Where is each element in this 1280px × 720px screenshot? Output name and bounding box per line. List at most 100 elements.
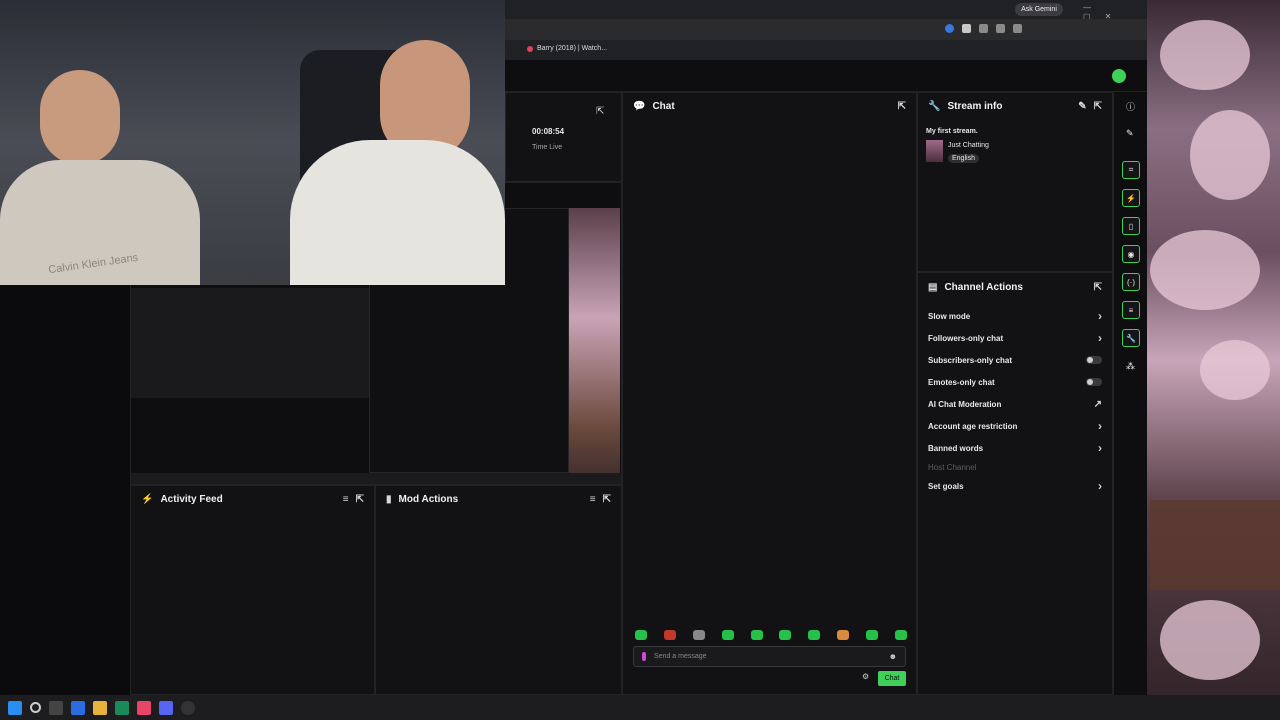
chat-send-button[interactable]: Chat xyxy=(878,671,906,686)
extension-icon[interactable] xyxy=(979,24,988,33)
bookmarks-bar: Barry (2018) | Watch... xyxy=(505,40,1147,60)
emote-icon[interactable] xyxy=(692,630,705,640)
popout-icon[interactable]: ⇱ xyxy=(898,101,906,112)
extension-icon[interactable] xyxy=(945,24,954,33)
lightning-icon[interactable]: ⚡ xyxy=(1122,189,1140,207)
chevron-right-icon: › xyxy=(1098,441,1102,455)
emote-icon[interactable] xyxy=(894,630,907,640)
emote-icon[interactable] xyxy=(635,630,647,640)
popout-icon[interactable]: ⇱ xyxy=(1094,101,1102,112)
emote-icon[interactable] xyxy=(866,630,878,640)
document-icon[interactable]: ▯ xyxy=(1122,217,1140,235)
emote-icon[interactable] xyxy=(721,630,734,640)
emote-icon[interactable] xyxy=(663,630,676,640)
browser-icon[interactable] xyxy=(115,700,129,715)
list-icon[interactable]: ≡ xyxy=(1122,301,1140,319)
avatar[interactable] xyxy=(1112,69,1126,83)
info-icon[interactable]: ⓘ xyxy=(1126,100,1135,113)
channel-actions-panel: ▤ Channel Actions ⇱ Slow mode › Followers… xyxy=(917,272,1113,695)
mod-actions-title: Mod Actions xyxy=(398,493,459,505)
time-live-value: 00:08:54 xyxy=(532,127,565,136)
preview-wallpaper xyxy=(568,208,620,483)
popout-icon[interactable]: ⇱ xyxy=(603,494,611,505)
chat-header: 💬 Chat ⇱ xyxy=(623,93,916,119)
settings-gear-icon[interactable]: ⚙ xyxy=(862,672,869,681)
action-ai-moderation[interactable]: AI Chat Moderation ↗ xyxy=(918,393,1112,415)
time-live-label: Time Live xyxy=(532,144,563,151)
stream-category: Just Chatting xyxy=(948,142,989,149)
emoji-icon[interactable]: ☻ xyxy=(889,652,897,661)
discord-icon[interactable] xyxy=(159,700,173,715)
person-left-head xyxy=(40,70,120,165)
nested-preview xyxy=(131,288,369,398)
app-icon[interactable] xyxy=(71,700,85,715)
action-emotes-only[interactable]: Emotes-only chat xyxy=(918,371,1112,393)
music-icon[interactable] xyxy=(137,700,151,715)
extension-icons xyxy=(945,24,1022,33)
emote-icon[interactable] xyxy=(808,630,821,640)
action-account-age[interactable]: Account age restriction › xyxy=(918,415,1112,437)
task-view-icon[interactable] xyxy=(49,700,63,715)
stream-info-header: 🔧 Stream info ✎ ⇱ xyxy=(918,93,1112,119)
quick-actions-rail: ⓘ ✎ ⌗ ⚡ ▯ ◉ (·) ≡ 🔧 ⁂ xyxy=(1113,92,1147,695)
chevron-right-icon: › xyxy=(1098,309,1102,323)
activity-feed-title: Activity Feed xyxy=(160,493,223,505)
popout-icon[interactable]: ⇱ xyxy=(596,101,604,119)
extension-icon[interactable] xyxy=(996,24,1005,33)
action-banned-words[interactable]: Banned words › xyxy=(918,437,1112,459)
broadcast-icon[interactable]: (·) xyxy=(1122,273,1140,291)
action-host-channel: Host Channel xyxy=(928,462,977,472)
emotes-only-toggle[interactable] xyxy=(1086,378,1102,386)
edit-pencil-icon[interactable]: ✎ xyxy=(1078,101,1086,112)
popout-icon[interactable]: ⇱ xyxy=(356,494,364,505)
action-slow-mode[interactable]: Slow mode › xyxy=(918,305,1112,327)
external-link-icon: ↗ xyxy=(1093,398,1102,410)
wrench-icon[interactable]: 🔧 xyxy=(1122,329,1140,347)
mod-actions-panel: ▮ Mod Actions ≡ ⇱ xyxy=(375,485,622,695)
mic-icon[interactable] xyxy=(642,652,646,661)
ask-gemini-button[interactable]: Ask Gemini xyxy=(1015,3,1063,16)
stream-stats-panel: ⇱ 00:08:54 Time Live xyxy=(505,92,622,182)
action-subscribers-only[interactable]: Subscribers-only chat xyxy=(918,349,1112,371)
chevron-right-icon: › xyxy=(1098,419,1102,433)
clip-icon[interactable]: ⌗ xyxy=(1122,161,1140,179)
shirt-logo-text: Calvin Klein Jeans xyxy=(47,251,139,277)
windows-start-icon[interactable] xyxy=(8,700,22,715)
address-bar[interactable] xyxy=(505,19,1147,42)
chevron-right-icon: › xyxy=(1098,331,1102,345)
action-followers-only[interactable]: Followers-only chat › xyxy=(918,327,1112,349)
channel-actions-list: Slow mode › Followers-only chat › Subscrib… xyxy=(918,305,1112,497)
document-icon: ▮ xyxy=(386,493,392,505)
bookmark-item[interactable]: Barry (2018) | Watch... xyxy=(527,45,607,52)
person-right-shirt xyxy=(290,140,505,285)
popout-icon[interactable]: ⇱ xyxy=(1094,282,1102,293)
channel-actions-header: ▤ Channel Actions ⇱ xyxy=(918,273,1112,301)
language-tag[interactable]: English xyxy=(948,154,979,163)
mod-actions-header: ▮ Mod Actions ≡ ⇱ xyxy=(376,486,621,512)
add-widget-icon[interactable]: ⁂ xyxy=(1126,361,1135,372)
filter-icon[interactable]: ≡ xyxy=(343,494,349,505)
shield-icon[interactable] xyxy=(962,24,971,33)
chat-bubble-icon[interactable]: ◉ xyxy=(1122,245,1140,263)
chevron-right-icon: › xyxy=(1098,479,1102,493)
subscribers-only-toggle[interactable] xyxy=(1086,356,1102,364)
edit-pencil-icon[interactable]: ✎ xyxy=(1126,128,1134,139)
search-icon[interactable] xyxy=(30,702,41,713)
action-set-goals[interactable]: Set goals › xyxy=(918,475,1112,497)
emote-icon[interactable] xyxy=(837,630,850,640)
chat-title: Chat xyxy=(652,100,675,112)
bookmark-favicon-icon xyxy=(527,45,533,52)
emote-bar xyxy=(635,630,907,640)
folder-icon[interactable] xyxy=(93,700,107,715)
chat-bubble-icon: 💬 xyxy=(633,100,646,112)
emote-icon[interactable] xyxy=(750,630,763,640)
minimize-icon[interactable]: — xyxy=(1083,3,1105,12)
dashboard-topbar xyxy=(505,60,1147,92)
chat-input[interactable]: Send a message ☻ xyxy=(633,646,906,667)
puzzle-icon[interactable] xyxy=(1013,24,1022,33)
filter-icon[interactable]: ≡ xyxy=(590,494,596,505)
stream-info-title: Stream info xyxy=(947,100,1003,112)
chat-panel: 💬 Chat ⇱ Send a message ☻ ⚙ Chat xyxy=(622,92,917,695)
obs-icon[interactable] xyxy=(181,700,195,715)
emote-icon[interactable] xyxy=(779,630,792,640)
